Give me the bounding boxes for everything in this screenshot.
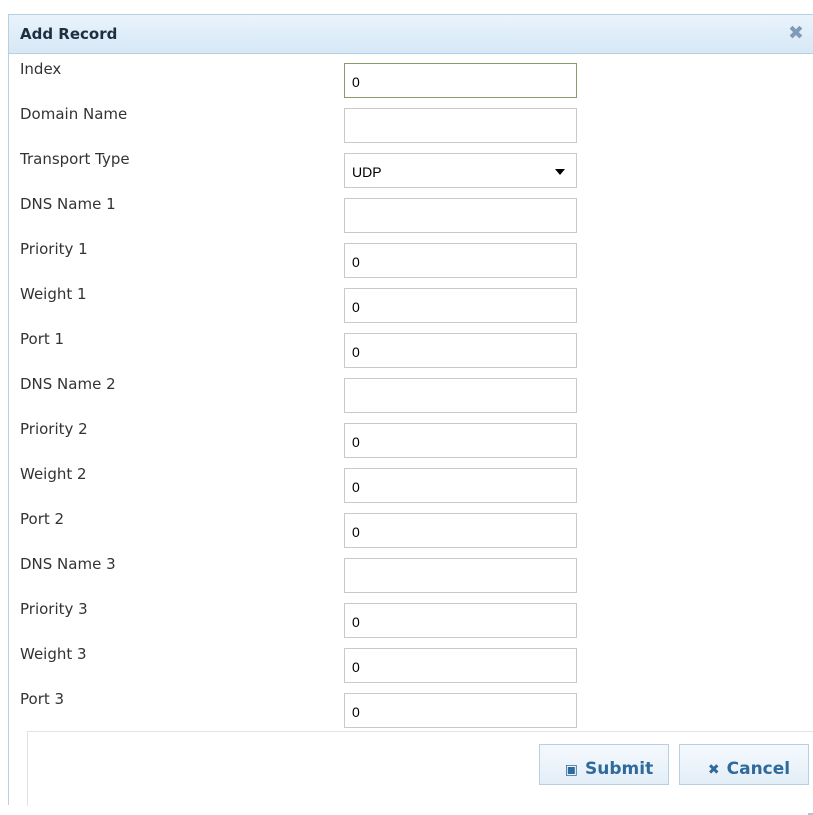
field-input[interactable]: 0 xyxy=(344,603,577,638)
field-input[interactable] xyxy=(344,558,577,593)
field-label: Domain Name xyxy=(20,105,128,123)
field-label: Index xyxy=(20,60,62,78)
form-row: Weight 1 0 xyxy=(9,279,813,324)
field-label: Port 2 xyxy=(20,510,65,528)
form-row: Weight 3 0 xyxy=(9,639,813,684)
form-row: Port 3 0 xyxy=(9,684,813,729)
field-input[interactable]: 0 xyxy=(344,468,577,503)
field-input[interactable] xyxy=(344,378,577,413)
field-input[interactable]: 0 xyxy=(344,243,577,278)
form-row: Port 2 0 xyxy=(9,504,813,549)
form-row: Domain Name xyxy=(9,99,813,144)
cancel-button-label: Cancel xyxy=(726,758,791,779)
x-icon: ✖ xyxy=(707,761,720,778)
field-input[interactable]: 0 xyxy=(344,648,577,683)
dialog-titlebar: Add Record ✖ xyxy=(9,15,813,54)
field-value: 0 xyxy=(352,254,360,270)
resize-handle[interactable] xyxy=(808,805,813,815)
form-row: Port 1 0 xyxy=(9,324,813,369)
submit-button[interactable]: ▣ Submit xyxy=(539,744,669,785)
field-label: Weight 2 xyxy=(20,465,87,483)
field-value: UDP xyxy=(352,164,382,180)
chevron-down-icon xyxy=(555,169,565,175)
field-label: DNS Name 1 xyxy=(20,195,116,213)
field-label: Priority 2 xyxy=(20,420,88,438)
field-value: 0 xyxy=(352,74,360,90)
field-input[interactable]: 0 xyxy=(344,423,577,458)
background-strip xyxy=(0,0,813,14)
form-row: DNS Name 1 xyxy=(9,189,813,234)
form-row: Transport Type UDP xyxy=(9,144,813,189)
form-row: DNS Name 2 xyxy=(9,369,813,414)
transport-type-select[interactable]: UDP xyxy=(344,153,577,188)
field-input[interactable] xyxy=(344,198,577,233)
field-label: DNS Name 3 xyxy=(20,555,116,573)
form-row: DNS Name 3 xyxy=(9,549,813,594)
field-input[interactable]: 0 xyxy=(344,288,577,323)
field-label: Weight 3 xyxy=(20,645,87,663)
field-label: Port 3 xyxy=(20,690,65,708)
field-value: 0 xyxy=(352,344,360,360)
form-row: Index 0 xyxy=(9,54,813,99)
field-label: Weight 1 xyxy=(20,285,87,303)
field-value: 0 xyxy=(352,614,360,630)
add-record-dialog: Add Record ✖ Index 0 Domain Name Transport … xyxy=(8,14,813,815)
field-label: Priority 3 xyxy=(20,600,88,618)
field-input[interactable]: 0 xyxy=(344,63,577,98)
field-value: 0 xyxy=(352,524,360,540)
field-value: 0 xyxy=(352,434,360,450)
field-label: Transport Type xyxy=(20,150,130,168)
close-icon[interactable]: ✖ xyxy=(785,22,807,44)
field-value: 0 xyxy=(352,659,360,675)
field-label: DNS Name 2 xyxy=(20,375,116,393)
submit-button-label: Submit xyxy=(585,758,654,779)
field-value: 0 xyxy=(352,704,360,720)
field-input[interactable]: 0 xyxy=(344,693,577,728)
field-value: 0 xyxy=(352,299,360,315)
form-row: Priority 1 0 xyxy=(9,234,813,279)
cancel-button[interactable]: ✖ Cancel xyxy=(679,744,809,785)
field-input[interactable]: 0 xyxy=(344,513,577,548)
field-input[interactable] xyxy=(344,108,577,143)
field-label: Priority 1 xyxy=(20,240,88,258)
field-input[interactable]: 0 xyxy=(344,333,577,368)
form-row: Weight 2 0 xyxy=(9,459,813,504)
form-row: Priority 2 0 xyxy=(9,414,813,459)
dialog-title: Add Record xyxy=(20,25,118,43)
field-value: 0 xyxy=(352,479,360,495)
form-row: Priority 3 0 xyxy=(9,594,813,639)
save-icon: ▣ xyxy=(564,761,579,778)
field-label: Port 1 xyxy=(20,330,65,348)
